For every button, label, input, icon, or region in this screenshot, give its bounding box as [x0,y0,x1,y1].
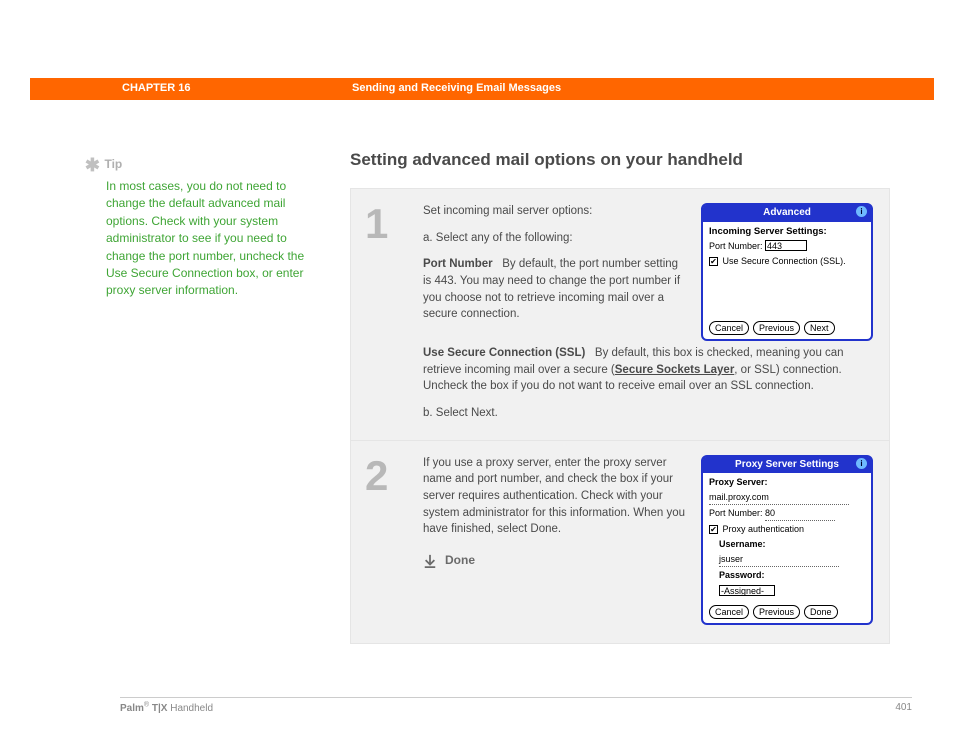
tip-label: Tip [104,157,122,171]
done-label: Done [445,552,475,569]
port-number-label: Port Number [423,258,493,270]
device2-auth-checkbox: ✔ [709,525,718,534]
footer-brand: Palm® T|X Handheld [120,703,213,714]
ssl-label: Use Secure Connection (SSL) [423,347,585,359]
device1-ssl-label: Use Secure Connection (SSL). [723,256,846,266]
step-2-body: If you use a proxy server, enter the pro… [423,455,687,538]
device-screenshot-proxy: Proxy Server Settings i Proxy Server: ma… [701,455,873,625]
device1-next-button: Next [804,321,835,335]
info-icon: i [856,458,867,469]
device2-previous-button: Previous [753,605,800,619]
device2-port-value: 80 [765,507,835,521]
step-2: 2 If you use a proxy server, enter the p… [351,441,889,643]
step-1-intro: Set incoming mail server options: [423,203,687,220]
device1-ssl-row: ✔ Use Secure Connection (SSL). [709,255,865,268]
section-heading: Setting advanced mail options on your ha… [350,150,890,170]
device2-auth-row: ✔ Proxy authentication [709,523,865,536]
chapter-number: CHAPTER 16 [122,82,190,94]
device2-title: Proxy Server Settings [735,459,839,470]
device2-port-row: Port Number: 80 [709,507,865,521]
device1-port-input: 443 [765,240,807,251]
device2-user-label: Username: [719,539,766,549]
device2-port-label: Port Number: [709,508,763,518]
device1-heading: Incoming Server Settings: [709,225,865,239]
device2-done-button: Done [804,605,838,619]
tip-body: In most cases, you do not need to change… [106,178,306,300]
chapter-header-bar: CHAPTER 16 Sending and Receiving Email M… [30,78,934,100]
done-row: Done [423,552,687,569]
step-1-number: 1 [365,203,423,422]
tip-sidebar: ✱ Tip In most cases, you do not need to … [106,155,306,300]
device1-previous-button: Previous [753,321,800,335]
step-1-port-paragraph: Port Number By default, the port number … [423,256,687,323]
tip-asterisk-icon: ✱ [84,155,100,176]
footer-brand-name: Palm [120,703,144,714]
device2-proxy-label: Proxy Server: [709,477,768,487]
device1-titlebar: Advanced i [703,205,871,222]
device2-user-value: jsuser [719,553,839,567]
device1-port-row: Port Number: 443 [709,240,865,253]
step-1-a: a. Select any of the following: [423,230,687,247]
done-arrow-icon [423,554,437,568]
step-2-number: 2 [365,455,423,625]
ssl-link[interactable]: Secure Sockets Layer [615,364,735,376]
page-footer: Palm® T|X Handheld 401 [120,697,912,714]
device2-proxy-value: mail.proxy.com [709,491,849,505]
step-1: 1 Set incoming mail server options: a. S… [351,189,889,441]
device2-pass-value: -Assigned- [719,585,775,596]
device1-title: Advanced [763,207,811,218]
device2-titlebar: Proxy Server Settings i [703,457,871,474]
steps-container: 1 Set incoming mail server options: a. S… [350,188,890,644]
chapter-title: Sending and Receiving Email Messages [352,82,561,94]
device1-port-label: Port Number: [709,241,763,251]
page-number: 401 [895,702,912,713]
step-1-b: b. Select Next. [423,405,873,422]
device1-cancel-button: Cancel [709,321,749,335]
device2-auth-label: Proxy authentication [723,524,805,534]
device2-cancel-button: Cancel [709,605,749,619]
footer-suffix: Handheld [167,703,213,714]
device2-pass-label: Password: [719,570,765,580]
step-1-ssl-paragraph: Use Secure Connection (SSL) By default, … [423,345,873,395]
info-icon: i [856,206,867,217]
footer-model: T|X [149,703,167,714]
device-screenshot-advanced: Advanced i Incoming Server Settings: Por… [701,203,873,341]
device1-ssl-checkbox: ✔ [709,257,718,266]
